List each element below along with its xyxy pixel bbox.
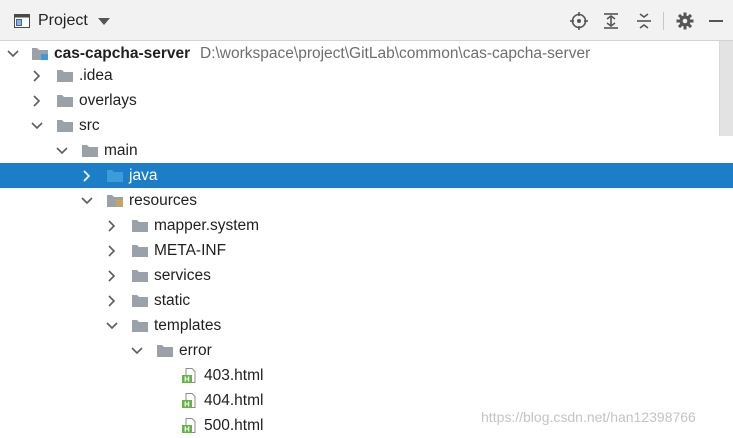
- tree-label: 403.html: [204, 367, 264, 384]
- project-view-icon: [14, 14, 30, 28]
- tree-label: mapper.system: [154, 217, 260, 234]
- tree-label: .idea: [79, 67, 113, 84]
- tree-label: resources: [129, 192, 198, 209]
- locate-icon[interactable]: [569, 11, 589, 31]
- chevron-down-icon[interactable]: [30, 119, 44, 133]
- tree-row-services[interactable]: services: [0, 263, 733, 288]
- tree-label: error: [179, 342, 212, 359]
- toolbar-divider: [663, 12, 664, 30]
- chevron-down-icon[interactable]: [105, 319, 119, 333]
- folder-icon: [56, 93, 74, 108]
- chevron-down-icon[interactable]: [55, 144, 69, 158]
- tree-label: services: [154, 267, 211, 284]
- tree-row-src[interactable]: src: [0, 113, 733, 138]
- chevron-right-icon[interactable]: [30, 69, 44, 83]
- svg-text:H: H: [184, 426, 190, 434]
- tree-label: templates: [154, 317, 222, 334]
- chevron-right-icon[interactable]: [80, 169, 94, 183]
- tree-row-403-html[interactable]: H 403.html: [0, 363, 733, 388]
- folder-icon: [56, 68, 74, 83]
- minimize-icon[interactable]: [706, 11, 726, 31]
- chevron-right-icon[interactable]: [105, 219, 119, 233]
- folder-icon: [131, 243, 149, 258]
- module-path: D:\workspace\project\GitLab\common\cas-c…: [200, 45, 591, 62]
- html-file-icon: H: [181, 418, 199, 433]
- module-folder-icon: [31, 46, 49, 61]
- folder-icon: [81, 143, 99, 158]
- project-view-title: Project: [38, 12, 88, 29]
- tree-row-overlays[interactable]: overlays: [0, 88, 733, 113]
- project-view-selector[interactable]: Project: [14, 10, 110, 32]
- tree-label: 404.html: [204, 392, 264, 409]
- resources-folder-icon: [106, 193, 124, 208]
- tree-row-meta-inf[interactable]: META-INF: [0, 238, 733, 263]
- gear-icon[interactable]: [675, 11, 695, 31]
- svg-text:H: H: [184, 376, 190, 384]
- vertical-scrollbar[interactable]: [719, 41, 733, 136]
- expand-all-icon[interactable]: [601, 11, 621, 31]
- collapse-all-icon[interactable]: [634, 11, 654, 31]
- tree-row-error[interactable]: error: [0, 338, 733, 363]
- folder-icon: [131, 318, 149, 333]
- chevron-down-icon[interactable]: [130, 344, 144, 358]
- tree-row-main[interactable]: main: [0, 138, 733, 163]
- tree-row-java[interactable]: java: [0, 163, 733, 188]
- tree-row-resources[interactable]: resources: [0, 188, 733, 213]
- chevron-right-icon[interactable]: [105, 269, 119, 283]
- watermark: https://blog.csdn.net/han12398766: [481, 409, 696, 425]
- folder-icon: [131, 268, 149, 283]
- svg-text:H: H: [184, 401, 190, 409]
- chevron-right-icon[interactable]: [30, 94, 44, 108]
- tree-label: overlays: [79, 92, 137, 109]
- folder-icon: [156, 343, 174, 358]
- tree-label: META-INF: [154, 242, 227, 259]
- folder-icon: [56, 118, 74, 133]
- html-file-icon: H: [181, 393, 199, 408]
- tree-row-mapper-system[interactable]: mapper.system: [0, 213, 733, 238]
- html-file-icon: H: [181, 368, 199, 383]
- tree-row-idea[interactable]: .idea: [0, 63, 733, 88]
- tree-label: static: [154, 292, 191, 309]
- tree-label: cas-capcha-server: [54, 45, 191, 62]
- chevron-down-icon: [97, 17, 110, 25]
- chevron-down-icon[interactable]: [80, 194, 94, 208]
- tree-label: main: [104, 142, 138, 159]
- folder-icon: [131, 218, 149, 233]
- chevron-down-icon[interactable]: [6, 47, 20, 61]
- chevron-right-icon[interactable]: [105, 294, 119, 308]
- tree-label: src: [79, 117, 100, 134]
- folder-icon: [131, 293, 149, 308]
- project-toolbar: Project: [0, 0, 733, 41]
- tree-label: java: [129, 167, 158, 184]
- chevron-right-icon[interactable]: [105, 244, 119, 258]
- project-tree: cas-capcha-server D:\workspace\project\G…: [0, 41, 733, 438]
- source-folder-icon: [106, 168, 124, 183]
- tree-label: 500.html: [204, 417, 264, 434]
- tree-row-templates[interactable]: templates: [0, 313, 733, 338]
- tree-row-static[interactable]: static: [0, 288, 733, 313]
